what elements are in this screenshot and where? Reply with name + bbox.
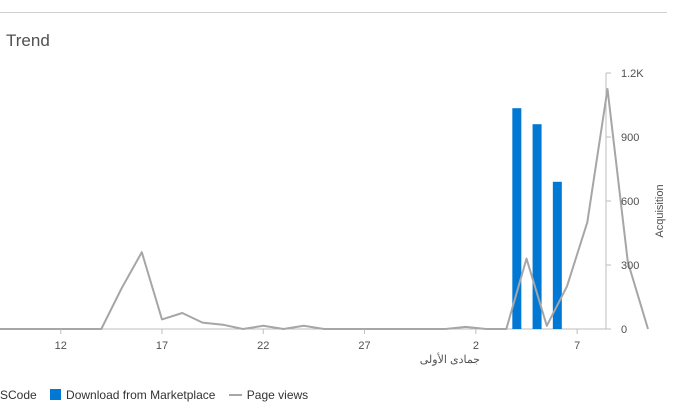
x-tick-label: 12	[55, 340, 67, 352]
legend-label-page-views: Page views	[246, 387, 309, 402]
legend-item-scode[interactable]: SCode	[0, 388, 37, 402]
chart-legend: SCode Download from Marketplace Page vie…	[0, 387, 318, 402]
y-tick-label: 300	[621, 260, 639, 272]
y-tick-label: 900	[621, 132, 639, 144]
trend-chart: 03006009001.2K 12 17 22 27 2 7 Acquisition جم…	[0, 68, 666, 366]
x-tick-label: 2	[473, 340, 479, 352]
page-views-line	[0, 88, 649, 330]
y-axis-title: Acquisition	[654, 184, 666, 237]
legend-item-download[interactable]: Download from Marketplace	[50, 388, 215, 402]
bar-swatch-icon	[50, 389, 62, 401]
y-tick-label: 0	[621, 324, 627, 336]
line-swatch-icon	[228, 393, 242, 396]
y-tick-label: 1.2K	[621, 68, 644, 80]
legend-label-download: Download from Marketplace	[66, 387, 216, 402]
chart-title: Trend	[6, 31, 50, 50]
x-tick-label: 7	[574, 340, 580, 352]
x-tick-label: 27	[358, 340, 370, 352]
legend-label-scode: SCode	[0, 387, 37, 402]
x-axis-month-label: جمادى الأولى	[420, 352, 480, 366]
y-tick-label: 600	[621, 196, 639, 208]
x-tick-label: 22	[257, 340, 269, 352]
header-divider	[0, 12, 667, 13]
legend-item-page-views[interactable]: Page views	[228, 387, 309, 402]
x-tick-label: 17	[156, 340, 168, 352]
bar-5	[532, 124, 542, 329]
